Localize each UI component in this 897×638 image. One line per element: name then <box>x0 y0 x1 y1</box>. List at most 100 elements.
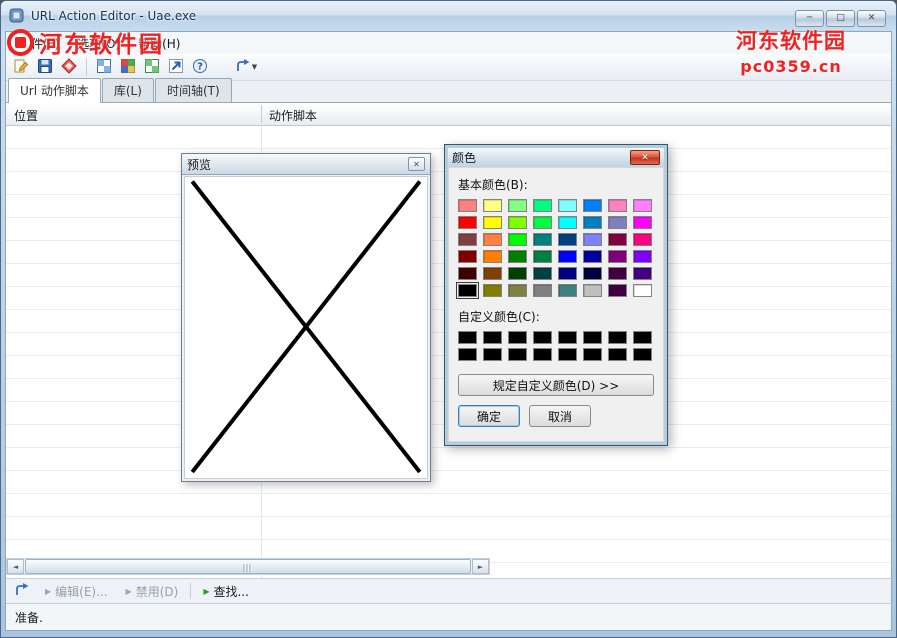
column-header-position[interactable]: 位置 <box>14 107 38 124</box>
color-dialog-close-button[interactable]: ✕ <box>630 150 660 165</box>
basic-color-swatch[interactable] <box>458 199 477 212</box>
scroll-left-button[interactable]: ◄ <box>7 559 24 574</box>
basic-color-swatch[interactable] <box>533 199 552 212</box>
basic-color-swatch[interactable] <box>583 233 602 246</box>
color-dialog[interactable]: 颜色 ✕ 基本颜色(B): 自定义颜色(C): 规定自定义颜色(D) >> 确定… <box>444 144 668 446</box>
basic-color-swatch[interactable] <box>508 233 527 246</box>
basic-color-swatch[interactable] <box>608 233 627 246</box>
basic-color-swatch[interactable] <box>458 216 477 229</box>
preview-close-button[interactable]: ✕ <box>408 157 425 171</box>
basic-color-swatch[interactable] <box>533 233 552 246</box>
column-header-action[interactable]: 动作脚本 <box>269 107 317 124</box>
basic-color-swatch[interactable] <box>483 233 502 246</box>
basic-color-swatch[interactable] <box>608 199 627 212</box>
custom-color-swatch[interactable] <box>633 331 652 344</box>
basic-color-swatch[interactable] <box>633 216 652 229</box>
basic-color-swatch[interactable] <box>483 199 502 212</box>
column-divider[interactable] <box>261 105 262 123</box>
basic-color-swatch[interactable] <box>583 250 602 263</box>
basic-color-swatch[interactable] <box>583 216 602 229</box>
scroll-right-button[interactable]: ► <box>472 559 489 574</box>
help-button[interactable]: ? <box>189 56 211 78</box>
palette-grid-button[interactable] <box>117 56 139 78</box>
horizontal-scrollbar[interactable]: ◄ ► <box>6 558 490 575</box>
basic-color-swatch[interactable] <box>533 250 552 263</box>
basic-color-swatch[interactable] <box>583 284 602 297</box>
custom-color-swatch[interactable] <box>558 331 577 344</box>
basic-color-swatch[interactable] <box>533 216 552 229</box>
run-action-dropdown-button[interactable]: ▼ <box>229 56 263 78</box>
basic-color-swatch[interactable] <box>633 267 652 280</box>
color-dialog-title-bar[interactable]: 颜色 ✕ <box>448 148 664 167</box>
basic-color-swatch[interactable] <box>458 284 477 297</box>
ok-button[interactable]: 确定 <box>458 405 520 427</box>
basic-color-swatch[interactable] <box>558 216 577 229</box>
menu-file[interactable]: 文件(F) <box>10 32 68 55</box>
define-custom-colors-button[interactable]: 规定自定义颜色(D) >> <box>458 374 654 396</box>
basic-color-swatch[interactable] <box>608 216 627 229</box>
basic-color-swatch[interactable] <box>608 267 627 280</box>
basic-color-swatch[interactable] <box>533 267 552 280</box>
custom-color-swatch[interactable] <box>608 348 627 361</box>
jump-button[interactable] <box>11 580 33 602</box>
close-button[interactable]: ✕ <box>857 10 886 27</box>
maximize-button[interactable]: □ <box>826 10 855 27</box>
custom-color-swatch[interactable] <box>633 348 652 361</box>
custom-color-swatch[interactable] <box>608 331 627 344</box>
basic-color-swatch[interactable] <box>633 250 652 263</box>
basic-color-swatch[interactable] <box>633 199 652 212</box>
edit-button[interactable]: ▶ 编辑(E)... <box>39 581 114 602</box>
tab-timeline[interactable]: 时间轴(T) <box>155 78 232 102</box>
custom-color-swatch[interactable] <box>533 331 552 344</box>
basic-color-swatch[interactable] <box>508 250 527 263</box>
custom-color-swatch[interactable] <box>583 331 602 344</box>
basic-color-swatch[interactable] <box>558 199 577 212</box>
basic-color-swatch[interactable] <box>558 284 577 297</box>
save-button[interactable] <box>34 56 56 78</box>
tab-url-action-script[interactable]: Url 动作脚本 <box>8 78 101 103</box>
basic-color-swatch[interactable] <box>558 250 577 263</box>
custom-color-swatch[interactable] <box>458 348 477 361</box>
menu-options[interactable]: 选项(O) <box>68 32 129 55</box>
basic-color-swatch[interactable] <box>458 233 477 246</box>
basic-color-swatch[interactable] <box>633 284 652 297</box>
basic-color-swatch[interactable] <box>508 284 527 297</box>
basic-color-swatch[interactable] <box>458 267 477 280</box>
basic-color-swatch[interactable] <box>483 267 502 280</box>
basic-color-swatch[interactable] <box>533 284 552 297</box>
cancel-button[interactable]: 取消 <box>529 405 591 427</box>
basic-color-swatch[interactable] <box>483 216 502 229</box>
grid-green-button[interactable] <box>141 56 163 78</box>
minimize-button[interactable]: ─ <box>795 10 824 27</box>
basic-color-swatch[interactable] <box>508 267 527 280</box>
basic-color-swatch[interactable] <box>583 267 602 280</box>
title-bar[interactable]: URL Action Editor - Uae.exe ─ □ ✕ <box>1 1 896 31</box>
custom-color-swatch[interactable] <box>483 331 502 344</box>
scrollbar-thumb[interactable] <box>25 559 471 574</box>
custom-color-swatch[interactable] <box>533 348 552 361</box>
basic-color-swatch[interactable] <box>483 284 502 297</box>
custom-color-swatch[interactable] <box>483 348 502 361</box>
basic-color-swatch[interactable] <box>608 284 627 297</box>
stop-button[interactable] <box>58 56 80 78</box>
custom-color-swatch[interactable] <box>558 348 577 361</box>
disable-button[interactable]: ▶ 禁用(D) <box>120 581 185 602</box>
custom-color-swatch[interactable] <box>583 348 602 361</box>
tab-library[interactable]: 库(L) <box>102 78 154 102</box>
basic-color-swatch[interactable] <box>558 267 577 280</box>
basic-color-swatch[interactable] <box>458 250 477 263</box>
basic-color-swatch[interactable] <box>608 250 627 263</box>
basic-color-swatch[interactable] <box>583 199 602 212</box>
find-button[interactable]: ▶ 查找... <box>197 581 255 602</box>
basic-color-swatch[interactable] <box>483 250 502 263</box>
preview-window[interactable]: 预览 ✕ <box>181 153 431 482</box>
menu-help[interactable]: 帮助(H) <box>129 32 189 55</box>
basic-color-swatch[interactable] <box>508 216 527 229</box>
new-script-button[interactable] <box>10 56 32 78</box>
goto-button[interactable] <box>165 56 187 78</box>
custom-color-swatch[interactable] <box>508 348 527 361</box>
basic-color-swatch[interactable] <box>558 233 577 246</box>
custom-color-swatch[interactable] <box>458 331 477 344</box>
basic-color-swatch[interactable] <box>508 199 527 212</box>
grid-blue-button[interactable] <box>93 56 115 78</box>
